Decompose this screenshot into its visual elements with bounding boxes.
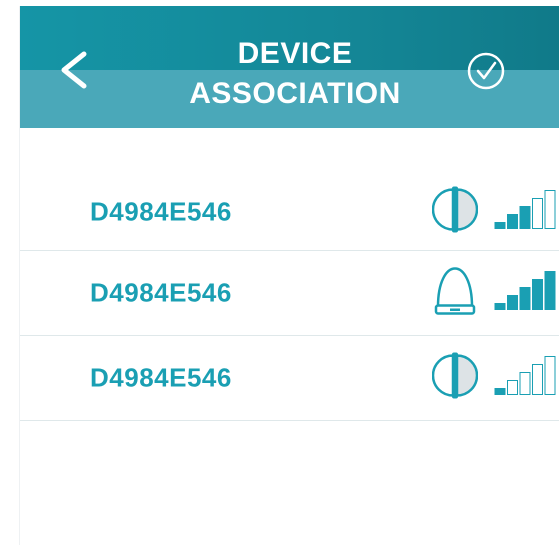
- device-name: D4984E546: [90, 196, 232, 227]
- signal-strength: [494, 356, 558, 401]
- half-circle-device-icon: [431, 186, 479, 239]
- signal-bar: [507, 214, 518, 229]
- signal-bar: [519, 372, 531, 395]
- device-row[interactable]: D4984E546: [20, 336, 559, 421]
- signal-bar: [507, 380, 518, 395]
- signal-bars-icon: [494, 271, 556, 310]
- signal-bar: [532, 364, 543, 395]
- back-button[interactable]: [56, 50, 96, 90]
- device-name: D4984E546: [90, 277, 232, 308]
- signal-bar: [519, 287, 531, 310]
- signal-bar: [532, 279, 543, 310]
- check-circle-icon: [467, 52, 505, 90]
- signal-bar: [544, 271, 556, 310]
- signal-bar: [494, 303, 506, 310]
- page-title-line1: DEVICE: [237, 37, 353, 70]
- signal-bar: [494, 388, 506, 395]
- signal-bar: [532, 198, 543, 229]
- device-association-screen: DEVICE ASSOCIATION D4984E546 D4984E546 D…: [19, 6, 559, 545]
- signal-bar: [544, 190, 556, 229]
- signal-bar: [507, 295, 518, 310]
- confirm-button[interactable]: [467, 52, 505, 90]
- signal-bar: [519, 206, 531, 229]
- chevron-left-icon: [61, 51, 87, 89]
- header-bar: DEVICE ASSOCIATION: [20, 6, 559, 128]
- signal-bars-icon: [494, 356, 556, 395]
- dome-device-icon: [432, 265, 478, 322]
- signal-bars-icon: [494, 190, 556, 229]
- half-circle-device-icon: [431, 352, 479, 405]
- signal-bar: [544, 356, 556, 395]
- device-name: D4984E546: [90, 362, 232, 393]
- signal-strength: [494, 190, 558, 235]
- page-title: DEVICE ASSOCIATION: [150, 34, 440, 114]
- signal-bar: [494, 222, 506, 229]
- device-row[interactable]: D4984E546: [20, 251, 559, 336]
- page-title-line2: ASSOCIATION: [189, 77, 401, 110]
- device-list: D4984E546 D4984E546 D4984E546: [20, 174, 559, 421]
- device-row[interactable]: D4984E546: [20, 174, 559, 251]
- signal-strength: [494, 271, 558, 316]
